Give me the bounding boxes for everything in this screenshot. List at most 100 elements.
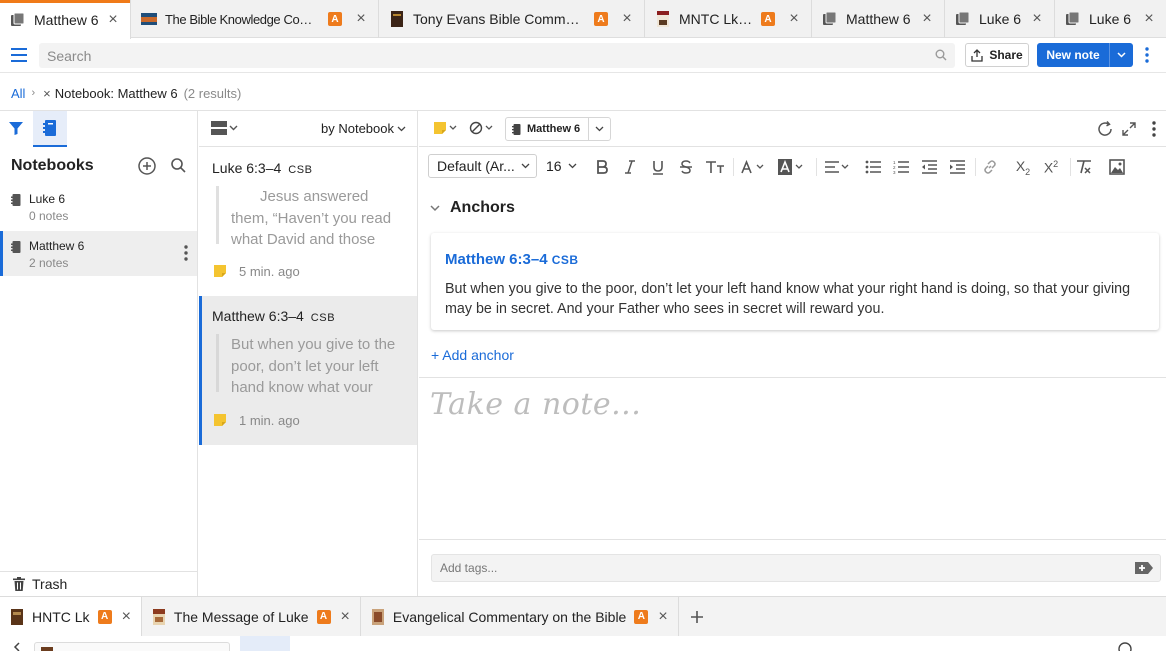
note-color-picker[interactable] (433, 121, 457, 135)
insert-image-icon[interactable] (1107, 157, 1127, 177)
anchors-heading: Anchors (450, 199, 515, 216)
close-icon[interactable]: × (1030, 11, 1044, 27)
close-icon[interactable]: × (620, 11, 634, 27)
anchors-section-toggle[interactable]: Anchors (430, 199, 515, 217)
book-access-badge: A (97, 609, 112, 624)
book-access-badge: A (594, 12, 608, 26)
filter-icon[interactable] (8, 121, 24, 136)
tab-hntc-lk[interactable]: HNTC Lk A × (0, 596, 142, 637)
reference-box[interactable] (34, 642, 230, 651)
close-icon[interactable]: × (122, 608, 131, 626)
notebook-item-matthew-6[interactable]: Matthew 6 2 notes (0, 231, 197, 276)
tab-matthew-6-second[interactable]: Matthew 6 × (812, 0, 945, 38)
close-icon[interactable]: × (106, 11, 120, 27)
book-cover-icon (152, 608, 166, 625)
notebook-selector-label[interactable]: Matthew 6 (506, 118, 588, 140)
chevron-down-icon[interactable] (588, 118, 610, 140)
search-input[interactable] (39, 43, 919, 68)
sync-icon[interactable] (1096, 120, 1114, 138)
notebook-note-count: 2 notes (29, 256, 69, 270)
tab-mntc-lk-6-10[interactable]: MNTC Lk 6-10 A × (645, 0, 812, 38)
tab-label: Matthew 6 (846, 11, 911, 27)
expand-icon[interactable] (1122, 122, 1136, 136)
search-icon[interactable] (935, 49, 947, 61)
font-family-select[interactable]: Default (Ar... (428, 154, 537, 178)
font-color-icon[interactable] (740, 157, 770, 177)
tab-bible-knowledge-commentary[interactable]: The Bible Knowledge Commentary A × (131, 0, 379, 38)
tab-luke-6[interactable]: Luke 6 × (945, 0, 1055, 38)
list-layout-icon[interactable] (211, 121, 241, 135)
panel-tab[interactable] (240, 636, 290, 651)
bullet-list-icon[interactable] (863, 157, 883, 177)
tab-tony-evans-commentary[interactable]: Tony Evans Bible Commentary A × (379, 0, 645, 38)
new-tab-button[interactable] (679, 597, 715, 637)
chevron-down-icon[interactable] (1109, 43, 1133, 67)
notebook-view-toggle[interactable] (33, 111, 67, 147)
search-icon[interactable] (1118, 642, 1132, 651)
text-size-icon[interactable] (704, 157, 726, 177)
close-icon[interactable]: × (787, 11, 801, 27)
subscript-icon[interactable]: X2 (1013, 157, 1033, 177)
remove-filter-icon[interactable]: × (43, 86, 51, 101)
font-size-value: 16 (546, 158, 562, 174)
trash-link[interactable]: Trash (0, 571, 197, 596)
tab-matthew-6[interactable]: Matthew 6 × (0, 0, 131, 39)
note-card[interactable]: Matthew 6:3–4 CSB But when you give to t… (199, 296, 417, 445)
breadcrumb-separator: › (31, 87, 36, 99)
search-notebooks-icon[interactable] (171, 158, 186, 173)
close-icon[interactable]: × (341, 608, 350, 626)
close-icon[interactable]: × (920, 11, 934, 27)
menu-icon[interactable] (11, 48, 27, 62)
book-cover-icon (389, 11, 405, 27)
strikethrough-icon[interactable] (676, 157, 696, 177)
align-icon[interactable] (823, 157, 853, 177)
no-style-icon (469, 121, 493, 135)
numbered-list-icon[interactable]: 123 (891, 157, 911, 177)
trash-icon (13, 577, 25, 591)
more-options-icon[interactable] (1145, 47, 1149, 63)
tab-evangelical-commentary[interactable]: Evangelical Commentary on the Bible A × (361, 596, 679, 637)
tab-label: MNTC Lk 6-10 (679, 11, 753, 27)
new-note-button[interactable]: New note (1037, 43, 1133, 67)
back-arrow-icon[interactable] (12, 642, 22, 651)
note-timestamp: 5 min. ago (239, 264, 300, 279)
tab-message-of-luke[interactable]: The Message of Luke A × (142, 596, 361, 637)
superscript-icon[interactable]: X2 (1041, 157, 1061, 177)
clear-formatting-icon[interactable] (1074, 157, 1094, 177)
editor-more-icon[interactable] (1152, 121, 1156, 137)
bold-icon[interactable] (592, 157, 612, 177)
italic-icon[interactable] (620, 157, 640, 177)
breadcrumb-all-link[interactable]: All (11, 86, 25, 101)
share-button[interactable]: Share (965, 43, 1029, 67)
font-size-select[interactable]: 16 (546, 154, 580, 178)
close-icon[interactable]: × (354, 11, 368, 27)
tags-input[interactable] (432, 555, 1112, 581)
anchor-reference-link[interactable]: Matthew 6:3–4 CSB (445, 251, 579, 268)
add-notebook-icon[interactable] (138, 157, 156, 175)
add-tag-icon[interactable] (1134, 561, 1154, 575)
chevron-down-icon (521, 163, 530, 169)
highlight-color-icon[interactable] (777, 157, 807, 177)
underline-icon[interactable] (648, 157, 668, 177)
note-style-picker[interactable] (469, 121, 495, 135)
tab-luke-6-second[interactable]: Luke 6 × (1055, 0, 1166, 38)
svg-text:3: 3 (893, 170, 896, 174)
sort-dropdown[interactable]: by Notebook (321, 121, 406, 136)
notebook-selector[interactable]: Matthew 6 (505, 117, 612, 141)
breadcrumb-title: Notebook: Matthew 6 (54, 85, 178, 101)
share-label: Share (989, 48, 1023, 62)
font-family-value: Default (Ar... (437, 158, 515, 174)
add-anchor-link[interactable]: + Add anchor (431, 347, 514, 363)
note-card[interactable]: Luke 6:3–4 CSB Jesus answered them, “Hav… (199, 148, 417, 296)
link-icon[interactable] (980, 157, 1000, 177)
note-ref: Luke 6:3–4 (212, 160, 282, 176)
outdent-icon[interactable] (919, 157, 939, 177)
close-icon[interactable]: × (658, 608, 667, 626)
new-note-label[interactable]: New note (1037, 43, 1109, 67)
notebook-item-luke-6[interactable]: Luke 6 0 notes (0, 184, 197, 229)
sort-label: by Notebook (321, 121, 394, 136)
indent-icon[interactable] (947, 157, 967, 177)
close-icon[interactable]: × (1142, 11, 1156, 27)
note-body-input[interactable]: Take a note... (430, 387, 641, 422)
notebook-more-icon[interactable] (184, 245, 188, 261)
